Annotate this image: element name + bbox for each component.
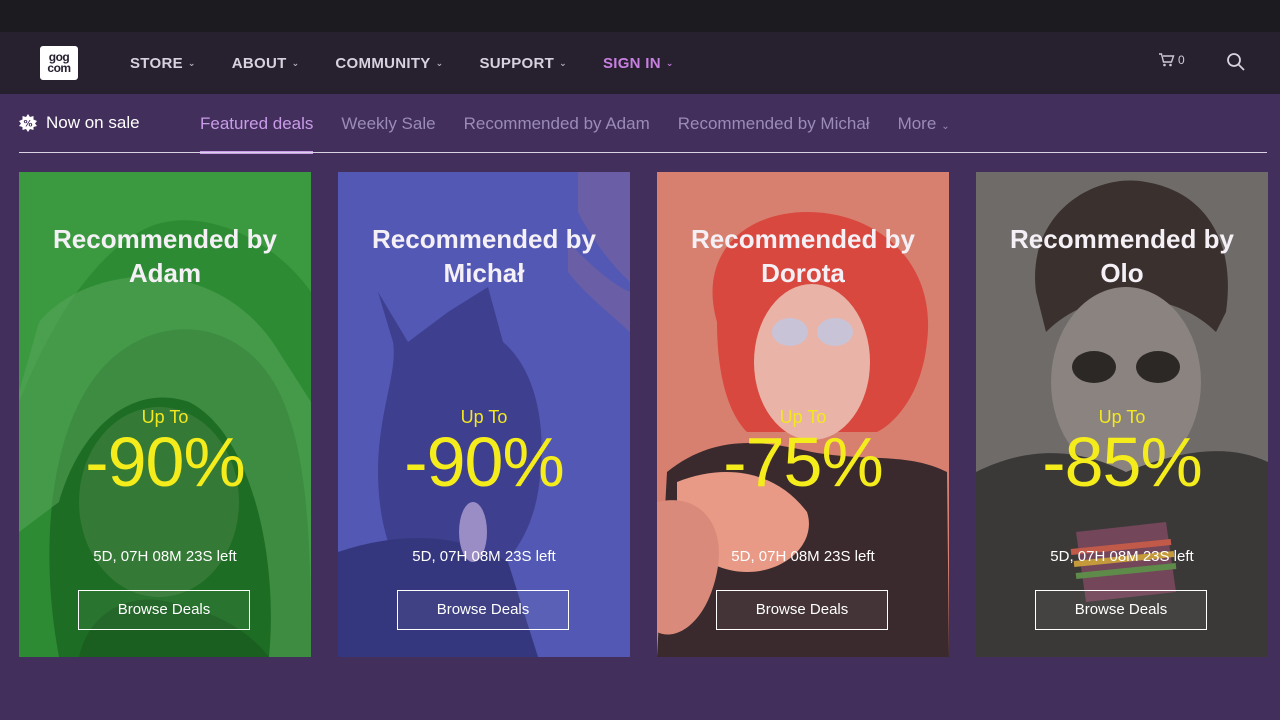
card-content: Recommended by Olo Up To -85% 5D, 07H 08… (976, 172, 1268, 657)
now-on-sale-label: % Now on sale (19, 113, 140, 133)
browse-deals-button[interactable]: Browse Deals (716, 590, 888, 630)
card-time-left: 5D, 07H 08M 23S left (412, 548, 556, 565)
browser-top-strip (0, 0, 1280, 39)
card-time-left: 5D, 07H 08M 23S left (1050, 548, 1194, 565)
nav-about-label: ABOUT (231, 54, 287, 72)
card-content: Recommended by Michał Up To -90% 5D, 07H… (338, 172, 630, 657)
tab-label: Recommended by Michał (677, 114, 870, 133)
tab-recommended-by-adam[interactable]: Recommended by Adam (464, 94, 650, 154)
chevron-down-icon: ⌄ (665, 57, 674, 68)
card-title: Recommended by Adam (53, 224, 277, 288)
deal-card-olo[interactable]: Recommended by Olo Up To -85% 5D, 07H 08… (976, 172, 1268, 657)
svg-text:%: % (23, 120, 32, 130)
tab-featured-deals[interactable]: Featured deals (200, 94, 314, 154)
card-time-left: 5D, 07H 08M 23S left (731, 548, 875, 565)
chevron-down-icon: ⌄ (941, 121, 950, 132)
deal-card-michal[interactable]: Recommended by Michał Up To -90% 5D, 07H… (338, 172, 630, 657)
nav-store[interactable]: STORE ⌄ (130, 55, 196, 72)
now-on-sale-text: Now on sale (46, 113, 140, 132)
subnav-divider (19, 152, 1267, 153)
nav-support-label: SUPPORT (479, 54, 555, 72)
deal-card-adam[interactable]: Recommended by Adam Up To -90% 5D, 07H 0… (19, 172, 311, 657)
nav-store-label: STORE (130, 54, 183, 72)
card-discount: -90% (85, 423, 245, 501)
deal-cards: Recommended by Adam Up To -90% 5D, 07H 0… (19, 172, 1268, 657)
sale-badge-icon: % (19, 114, 37, 132)
nav-community-label: COMMUNITY (335, 54, 431, 72)
sale-subnav: % Now on sale Featured deals Weekly Sale… (0, 94, 1280, 154)
search-button[interactable] (1226, 52, 1246, 77)
card-title: Recommended by Dorota (691, 224, 915, 288)
cart-icon (1159, 53, 1175, 67)
card-discount: -90% (404, 423, 564, 501)
gog-logo[interactable]: gog com (40, 46, 78, 80)
search-icon (1227, 53, 1245, 71)
card-time-left: 5D, 07H 08M 23S left (93, 548, 237, 565)
cart-count: 0 (1178, 53, 1185, 67)
card-content: Recommended by Adam Up To -90% 5D, 07H 0… (19, 172, 311, 657)
main-menu: STORE ⌄ ABOUT ⌄ COMMUNITY ⌄ SUPPORT ⌄ SI… (130, 32, 710, 94)
nav-support[interactable]: SUPPORT ⌄ (479, 55, 566, 72)
card-discount: -85% (1042, 423, 1202, 501)
nav-sign-in[interactable]: SIGN IN ⌄ (603, 55, 674, 72)
chevron-down-icon: ⌄ (435, 57, 444, 68)
deal-card-dorota[interactable]: Recommended by Dorota Up To -75% 5D, 07H… (657, 172, 949, 657)
top-navbar: gog com STORE ⌄ ABOUT ⌄ COMMUNITY ⌄ SUPP… (0, 32, 1280, 94)
tab-label: Recommended by Adam (463, 114, 650, 133)
card-discount: -75% (723, 423, 883, 501)
card-title: Recommended by Olo (1010, 224, 1234, 288)
browse-deals-button[interactable]: Browse Deals (1035, 590, 1207, 630)
card-content: Recommended by Dorota Up To -75% 5D, 07H… (657, 172, 949, 657)
chevron-down-icon: ⌄ (559, 57, 567, 68)
tab-label: Weekly Sale (341, 114, 436, 133)
nav-sign-in-label: SIGN IN (602, 54, 661, 72)
deal-tabs: Featured deals Weekly Sale Recommended b… (200, 94, 978, 154)
chevron-down-icon: ⌄ (187, 57, 196, 68)
browse-deals-button[interactable]: Browse Deals (397, 590, 569, 630)
cart-button[interactable]: 0 (1158, 52, 1185, 68)
tab-more[interactable]: More ⌄ (898, 94, 950, 154)
tab-label: Featured deals (200, 114, 314, 133)
nav-community[interactable]: COMMUNITY ⌄ (335, 55, 443, 72)
logo-text-bottom: com (47, 61, 71, 75)
nav-about[interactable]: ABOUT ⌄ (232, 55, 300, 72)
browse-deals-button[interactable]: Browse Deals (78, 590, 250, 630)
tab-label: More (897, 114, 937, 133)
chevron-down-icon: ⌄ (291, 57, 300, 68)
tab-weekly-sale[interactable]: Weekly Sale (341, 94, 435, 154)
tab-recommended-by-michal[interactable]: Recommended by Michał (678, 94, 870, 154)
card-title: Recommended by Michał (372, 224, 596, 288)
